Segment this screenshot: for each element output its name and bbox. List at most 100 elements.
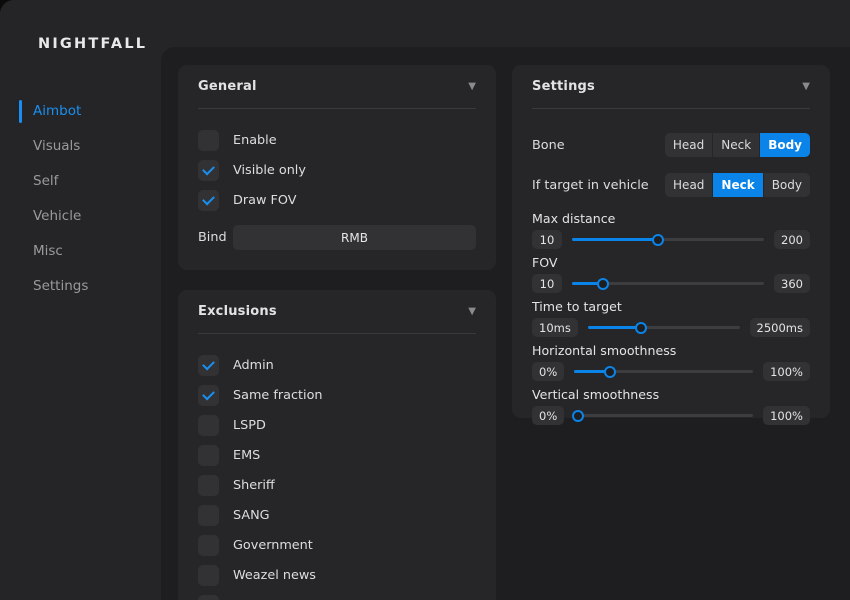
panel-exclusions: Exclusions ▼ Admin Same fraction LSPD EMS Sh… bbox=[178, 290, 496, 600]
checkbox-unchecked-icon[interactable] bbox=[198, 565, 219, 586]
segment-option-neck[interactable]: Neck bbox=[712, 133, 759, 157]
checkbox-checked-icon[interactable] bbox=[198, 355, 219, 376]
slider-row: 10360 bbox=[532, 274, 810, 293]
bind-row: Bind RMB bbox=[198, 225, 476, 250]
slider-track[interactable] bbox=[574, 406, 753, 425]
checkbox-row[interactable]: SANG bbox=[198, 500, 476, 530]
panel-exclusions-header: Exclusions ▼ bbox=[178, 290, 496, 333]
chevron-down-icon[interactable]: ▼ bbox=[468, 307, 476, 317]
segment-label: Bone bbox=[532, 138, 565, 153]
segment-label: If target in vehicle bbox=[532, 178, 649, 193]
sidebar-item-label: Misc bbox=[33, 243, 63, 259]
checkbox-unchecked-icon[interactable] bbox=[198, 595, 219, 600]
slider-handle[interactable] bbox=[572, 410, 584, 422]
sidebar-item-vehicle[interactable]: Vehicle bbox=[0, 199, 161, 234]
slider-track[interactable] bbox=[574, 362, 753, 381]
sidebar-nav: Aimbot Visuals Self Vehicle Misc Settings bbox=[0, 94, 161, 304]
slider-handle[interactable] bbox=[652, 234, 664, 246]
slider-title: FOV bbox=[532, 255, 810, 270]
checkbox-row[interactable]: Enable bbox=[198, 125, 476, 155]
sidebar-item-aimbot[interactable]: Aimbot bbox=[0, 94, 161, 129]
sidebar-item-label: Settings bbox=[33, 278, 88, 294]
app-brand-title: NIGHTFALL bbox=[38, 36, 147, 52]
content-area: General ▼ Enable Visible only Draw FOV Bin… bbox=[161, 47, 850, 600]
slider-track-bg bbox=[574, 414, 753, 417]
checkbox-checked-icon[interactable] bbox=[198, 385, 219, 406]
slider-handle[interactable] bbox=[604, 366, 616, 378]
slider-row: 10ms2500ms bbox=[532, 318, 810, 337]
bind-label: Bind bbox=[198, 230, 233, 245]
slider-title: Time to target bbox=[532, 299, 810, 314]
checkbox-label: LSPD bbox=[233, 418, 266, 433]
segment-option-head[interactable]: Head bbox=[665, 133, 712, 157]
checkbox-row[interactable]: Draw FOV bbox=[198, 185, 476, 215]
checkbox-row[interactable]: Weazel news bbox=[198, 560, 476, 590]
segment-option-neck[interactable]: Neck bbox=[712, 173, 762, 197]
sidebar-item-settings[interactable]: Settings bbox=[0, 269, 161, 304]
sidebar-item-label: Vehicle bbox=[33, 208, 81, 224]
slider-group: Horizontal smoothness0%100% bbox=[532, 343, 810, 381]
checkbox-label: Weazel news bbox=[233, 568, 316, 583]
chevron-down-icon[interactable]: ▼ bbox=[802, 82, 810, 92]
sidebar-item-label: Visuals bbox=[33, 138, 80, 154]
slider-track[interactable] bbox=[572, 274, 764, 293]
slider-track[interactable] bbox=[572, 230, 764, 249]
checkbox-row[interactable]: Government bbox=[198, 530, 476, 560]
general-checkbox-list: Enable Visible only Draw FOV bbox=[198, 125, 476, 215]
bind-key-field[interactable]: RMB bbox=[233, 225, 476, 250]
checkbox-unchecked-icon[interactable] bbox=[198, 475, 219, 496]
checkbox-unchecked-icon[interactable] bbox=[198, 445, 219, 466]
checkbox-label: Sheriff bbox=[233, 478, 275, 493]
sidebar-item-visuals[interactable]: Visuals bbox=[0, 129, 161, 164]
checkbox-row[interactable]: Sheriff bbox=[198, 470, 476, 500]
segment-option-head[interactable]: Head bbox=[665, 173, 712, 197]
settings-segment-list: BoneHeadNeckBodyIf target in vehicleHead… bbox=[532, 125, 810, 205]
slider-handle[interactable] bbox=[635, 322, 647, 334]
checkbox-label: SANG bbox=[233, 508, 270, 523]
checkbox-checked-icon[interactable] bbox=[198, 190, 219, 211]
checkbox-row[interactable]: EMS bbox=[198, 440, 476, 470]
segment-option-body[interactable]: Body bbox=[759, 133, 810, 157]
slider-group: Time to target 10ms2500ms bbox=[532, 299, 810, 337]
slider-max-value: 100% bbox=[763, 406, 810, 425]
panel-general-header: General ▼ bbox=[178, 65, 496, 108]
checkbox-unchecked-icon[interactable] bbox=[198, 130, 219, 151]
segment-option-body[interactable]: Body bbox=[763, 173, 810, 197]
checkbox-unchecked-icon[interactable] bbox=[198, 535, 219, 556]
slider-track[interactable] bbox=[588, 318, 740, 337]
checkbox-checked-icon[interactable] bbox=[198, 160, 219, 181]
checkbox-row[interactable]: Admin bbox=[198, 350, 476, 380]
slider-min-value: 0% bbox=[532, 362, 564, 381]
slider-max-value: 360 bbox=[774, 274, 810, 293]
checkbox-label: Admin bbox=[233, 358, 274, 373]
slider-row: 10200 bbox=[532, 230, 810, 249]
checkbox-row[interactable]: FBI bbox=[198, 590, 476, 600]
checkbox-label: Enable bbox=[233, 133, 277, 148]
chevron-down-icon[interactable]: ▼ bbox=[468, 82, 476, 92]
panel-settings-header: Settings ▼ bbox=[512, 65, 830, 108]
checkbox-label: EMS bbox=[233, 448, 260, 463]
sidebar-item-misc[interactable]: Misc bbox=[0, 234, 161, 269]
slider-max-value: 2500ms bbox=[750, 318, 810, 337]
panel-general-title: General bbox=[198, 79, 257, 94]
panel-exclusions-title: Exclusions bbox=[198, 304, 277, 319]
panel-settings-title: Settings bbox=[532, 79, 595, 94]
slider-handle[interactable] bbox=[597, 278, 609, 290]
segment-row: Bone HeadNeckBody bbox=[532, 125, 810, 165]
checkbox-label: Same fraction bbox=[233, 388, 323, 403]
segmented-control: HeadNeckBody bbox=[665, 173, 810, 197]
slider-group: FOV 10360 bbox=[532, 255, 810, 293]
checkbox-row[interactable]: Visible only bbox=[198, 155, 476, 185]
slider-row: 0%100% bbox=[532, 362, 810, 381]
sidebar: NIGHTFALL Aimbot Visuals Self Vehicle Misc Se… bbox=[0, 0, 161, 600]
checkbox-unchecked-icon[interactable] bbox=[198, 505, 219, 526]
checkbox-row[interactable]: LSPD bbox=[198, 410, 476, 440]
checkbox-row[interactable]: Same fraction bbox=[198, 380, 476, 410]
panel-settings-body: BoneHeadNeckBodyIf target in vehicleHead… bbox=[512, 109, 830, 425]
slider-row: 0%100% bbox=[532, 406, 810, 425]
checkbox-unchecked-icon[interactable] bbox=[198, 415, 219, 436]
slider-min-value: 10 bbox=[532, 230, 562, 249]
panel-general: General ▼ Enable Visible only Draw FOV Bin… bbox=[178, 65, 496, 270]
checkbox-label: Draw FOV bbox=[233, 193, 296, 208]
sidebar-item-self[interactable]: Self bbox=[0, 164, 161, 199]
